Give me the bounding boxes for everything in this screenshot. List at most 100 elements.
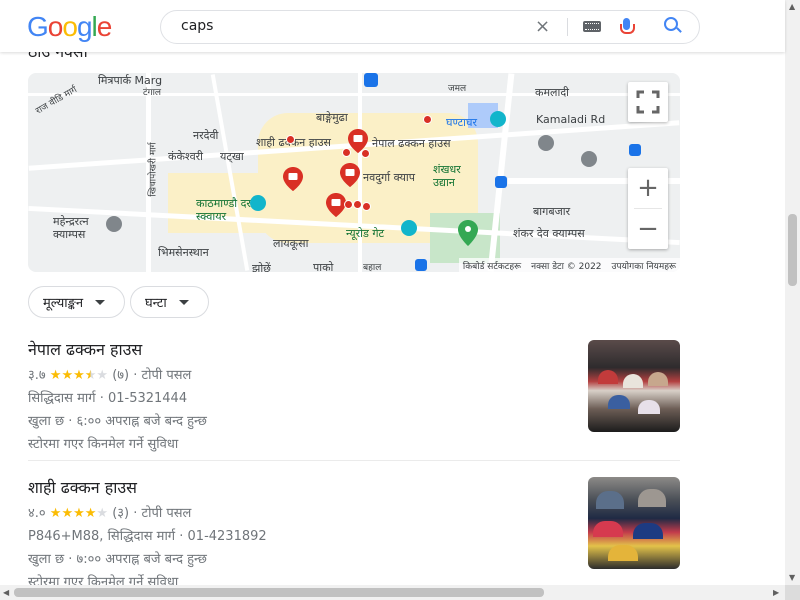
search-header: Google caps × — [0, 0, 785, 52]
school-icon[interactable] — [581, 151, 597, 167]
scrollbar-corner — [785, 585, 800, 600]
star-rating-icon: ★★★★★ — [49, 506, 109, 521]
vertical-scroll-thumb[interactable] — [788, 214, 797, 286]
filter-label: मूल्याङ्कन — [43, 296, 84, 311]
dropdown-caret-icon — [178, 299, 189, 305]
vertical-scrollbar[interactable]: ▲ ▼ — [785, 0, 800, 585]
business-address: सिद्धिदास मार्ग · 01-5321444 — [28, 391, 188, 406]
map-pin-shop[interactable] — [326, 193, 346, 217]
map-label: बागबजार — [533, 205, 571, 218]
bus-stop-icon[interactable] — [364, 73, 378, 87]
rating-line: ३.७ ★★★★★ (७) · टोपी पसल — [28, 368, 192, 383]
scroll-right-arrow-icon[interactable]: ▶ — [773, 588, 779, 597]
zoom-in-button[interactable]: + — [628, 168, 668, 208]
google-logo[interactable]: Google — [27, 11, 112, 43]
map-label: शंखधर उद्यान — [433, 163, 461, 189]
bus-stop-icon[interactable] — [629, 144, 641, 156]
scroll-left-arrow-icon[interactable]: ◀ — [3, 588, 9, 597]
map-label: कमलादी — [535, 86, 570, 99]
map-label: झोछें — [252, 262, 271, 272]
map-dot[interactable] — [423, 115, 432, 124]
search-icon[interactable] — [664, 17, 678, 31]
horizontal-scrollbar[interactable]: ◀ ▶ — [0, 585, 785, 600]
map-dot[interactable] — [361, 149, 370, 158]
bus-stop-icon[interactable] — [415, 259, 427, 271]
rating-value: ४.० — [28, 506, 46, 521]
star-rating-icon: ★★★★★ — [49, 368, 109, 383]
bus-stop-icon[interactable] — [495, 176, 507, 188]
business-service: स्टोरमा गएर किनमेल गर्ने सुविधा — [28, 437, 179, 452]
map-label: भिमसेनस्थान — [158, 246, 209, 259]
business-hours: खुला छ · ६:०० अपराह्न बजे बन्द हुन्छ — [28, 414, 207, 429]
map-label: राज वीडि मार्ग — [34, 85, 79, 117]
map-label: महेन्द्ररत्न क्याम्पस — [53, 215, 89, 241]
map-label: यट्खा — [220, 150, 244, 163]
rating-line: ४.० ★★★★★ (३) · टोपी पसल — [28, 506, 192, 521]
school-icon[interactable] — [538, 135, 554, 151]
local-results-map[interactable]: मित्रपार्क Marg राज वीडि मार्ग टंगाल जमल… — [28, 73, 680, 272]
map-pin-shop[interactable] — [283, 167, 303, 191]
local-result-item[interactable]: नेपाल ढक्कन हाउस ३.७ ★★★★★ (७) · टोपी पस… — [28, 338, 680, 452]
map-dot-shahi-dhakkan[interactable] — [286, 135, 295, 144]
terms-link[interactable]: उपयोगका नियमहरू — [612, 259, 676, 272]
map-label: बहाल — [363, 263, 382, 272]
map-label: टंगाल — [143, 88, 162, 98]
scroll-down-arrow-icon[interactable]: ▼ — [789, 573, 795, 582]
map-label: घण्टाघर — [446, 116, 477, 129]
map-pin-navadurga-cap[interactable] — [340, 163, 360, 187]
search-box[interactable]: caps × — [160, 10, 700, 44]
fullscreen-icon — [636, 90, 660, 114]
map-label: शंकर देव क्याम्पस — [513, 227, 585, 240]
map-road — [28, 93, 680, 96]
business-name[interactable]: नेपाल ढक्कन हाउस — [28, 338, 680, 360]
business-photo[interactable] — [588, 477, 680, 569]
local-result-item[interactable]: शाही ढक्कन हाउस ४.० ★★★★★ (३) · टोपी पसल… — [28, 476, 680, 590]
keyboard-icon[interactable] — [583, 21, 601, 32]
map-label: नवदुर्गा क्याप — [363, 171, 415, 184]
search-divider — [567, 18, 568, 36]
map-data-credit: नक्सा डेटा © 2022 — [531, 261, 602, 272]
keyboard-shortcuts-link[interactable]: किबोर्ड सर्टकटहरू — [463, 259, 521, 272]
map-label: नरदेवी — [193, 129, 219, 142]
map-dot[interactable] — [342, 148, 351, 157]
zoom-out-button[interactable]: − — [628, 209, 668, 249]
map-pin-nepal-dhakkan[interactable] — [348, 129, 368, 153]
map-label: लायकूसा — [273, 237, 309, 250]
search-input[interactable]: caps — [181, 18, 213, 34]
map-label: नेपाल ढक्कन हाउस — [372, 137, 451, 150]
map-dot[interactable] — [362, 202, 371, 211]
map-footer: किबोर्ड सर्टकटहरू नक्सा डेटा © 2022 उपयो… — [458, 258, 680, 272]
landmark-icon[interactable] — [250, 195, 266, 211]
dropdown-caret-icon — [95, 299, 106, 305]
business-category: टोपी पसल — [141, 506, 192, 521]
school-icon[interactable] — [106, 216, 122, 232]
business-name[interactable]: शाही ढक्कन हाउस — [28, 476, 680, 498]
business-address: P846+M88, सिद्धिदास मार्ग · 01-4231892 — [28, 529, 267, 544]
clear-icon[interactable]: × — [535, 16, 550, 37]
filter-label: घन्टा — [145, 296, 167, 311]
map-label: कंकेश्वरी — [168, 150, 204, 163]
scroll-up-arrow-icon[interactable]: ▲ — [789, 2, 795, 11]
landmark-icon[interactable] — [401, 220, 417, 236]
map-label: जमल — [448, 84, 467, 94]
review-count[interactable]: (७) — [112, 368, 129, 383]
map-label: पाको — [313, 261, 334, 272]
review-count[interactable]: (३) — [112, 506, 129, 521]
microphone-icon[interactable] — [620, 18, 635, 34]
map-label: बाङ्गेमुढा — [316, 111, 348, 124]
map-dot[interactable] — [344, 200, 353, 209]
map-dot[interactable] — [353, 200, 362, 209]
horizontal-scroll-thumb[interactable] — [14, 588, 544, 597]
fullscreen-button[interactable] — [628, 82, 668, 122]
map-label: Kamaladi Rd — [536, 113, 606, 126]
map-label: खिचापोखरी मार्ग — [148, 142, 159, 197]
business-photo[interactable] — [588, 340, 680, 432]
zoom-controls: + − — [628, 168, 668, 249]
camera-icon[interactable] — [490, 111, 506, 127]
filter-hours-chip[interactable]: घन्टा — [130, 286, 209, 318]
business-category: टोपी पसल — [141, 368, 192, 383]
business-hours: खुला छ · ७:०० अपराह्न बजे बन्द हुन्छ — [28, 552, 207, 567]
map-label: न्यूरोड गेट — [346, 227, 385, 240]
rating-value: ३.७ — [28, 368, 46, 383]
filter-rating-chip[interactable]: मूल्याङ्कन — [28, 286, 125, 318]
